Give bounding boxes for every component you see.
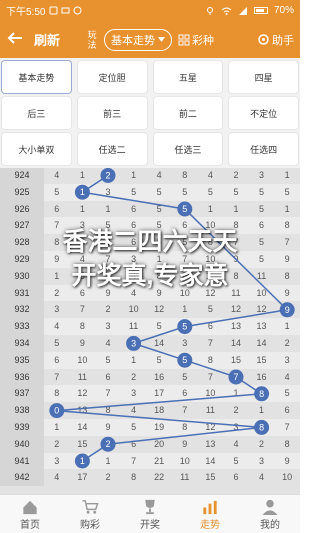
play-type-menu: 基本走势 定位胆 五星 四星后三 前三 前二 不定位大小单双 任选二 任选三 任选四 bbox=[0, 58, 300, 168]
trend-line bbox=[56, 174, 289, 462]
ball-value: 5 bbox=[182, 204, 187, 214]
tab-label: 开奖 bbox=[140, 519, 160, 531]
ball-value: 1 bbox=[80, 187, 85, 197]
refresh-button[interactable]: 刷新 bbox=[34, 30, 60, 49]
status-time: 下午5:50 bbox=[6, 7, 46, 18]
message-icon bbox=[61, 7, 70, 14]
ball-value: 7 bbox=[233, 372, 238, 382]
notification-icons bbox=[49, 6, 82, 15]
number-ball: 5 bbox=[177, 201, 193, 217]
trend-chart: 9244121484231925513555555592661165111519… bbox=[0, 168, 300, 494]
number-ball: 9 bbox=[279, 302, 295, 318]
number-ball: 0 bbox=[49, 403, 65, 419]
menu-option[interactable]: 四星 bbox=[229, 61, 298, 93]
caret-down-icon bbox=[158, 37, 166, 42]
tab-item[interactable]: 我的 bbox=[240, 495, 300, 533]
number-ball: 8 bbox=[254, 419, 270, 435]
ball-value: 9 bbox=[285, 305, 290, 315]
helper-button[interactable]: 助手 bbox=[257, 32, 294, 48]
tab-item[interactable]: 走势 bbox=[180, 495, 240, 533]
battery-level: 70% bbox=[273, 5, 294, 16]
overlay-text: 香港二四六天天 开奖真,专家意 bbox=[0, 225, 300, 293]
number-ball: 8 bbox=[254, 386, 270, 402]
ball-value: 5 bbox=[182, 355, 187, 365]
menu-option[interactable]: 前三 bbox=[77, 97, 147, 129]
menu-option[interactable]: 任选三 bbox=[153, 133, 223, 165]
lottery-type-button[interactable]: 彩种 bbox=[178, 32, 214, 48]
number-ball: 2 bbox=[100, 168, 116, 183]
ball-value: 0 bbox=[54, 406, 59, 416]
tab-label: 购彩 bbox=[80, 519, 100, 531]
ball-value: 2 bbox=[105, 439, 110, 449]
number-ball: 7 bbox=[228, 369, 244, 385]
app-icon bbox=[73, 6, 82, 15]
number-ball: 1 bbox=[74, 453, 90, 469]
ball-value: 8 bbox=[259, 389, 264, 399]
ball-value: 5 bbox=[182, 322, 187, 332]
number-ball: 3 bbox=[126, 335, 142, 351]
ball-value: 2 bbox=[105, 170, 110, 180]
menu-option[interactable]: 前二 bbox=[153, 97, 223, 129]
mode-selector[interactable]: 基本走势 bbox=[104, 28, 173, 51]
menu-option[interactable]: 后三 bbox=[2, 97, 71, 129]
ball-value: 1 bbox=[80, 456, 85, 466]
tab-item[interactable]: 购彩 bbox=[60, 495, 120, 533]
home-icon bbox=[20, 498, 40, 516]
menu-option[interactable]: 任选二 bbox=[77, 133, 147, 165]
status-bar: 下午5:50 70% bbox=[0, 0, 300, 21]
lottery-type-label: 彩种 bbox=[192, 34, 215, 47]
gear-icon bbox=[258, 34, 269, 45]
tab-item[interactable]: 首页 bbox=[0, 495, 60, 533]
menu-option[interactable]: 定位胆 bbox=[77, 61, 147, 93]
overlay-line-2: 开奖真,专家意 bbox=[71, 262, 229, 290]
number-ball: 5 bbox=[177, 352, 193, 368]
tab-label: 首页 bbox=[20, 519, 40, 531]
location-icon bbox=[206, 6, 213, 15]
grid-icon bbox=[178, 34, 190, 45]
number-ball: 1 bbox=[74, 184, 90, 200]
mode-label: 基本走势 bbox=[111, 34, 156, 47]
ball-value: 8 bbox=[259, 422, 264, 432]
trophy-icon bbox=[140, 498, 160, 516]
number-ball: 5 bbox=[177, 319, 193, 335]
bottom-tab-bar: 首页 购彩 开奖 走势 我的 bbox=[0, 494, 300, 533]
tab-label: 走势 bbox=[200, 519, 220, 531]
battery-icon bbox=[253, 7, 268, 14]
alarm-icon bbox=[49, 6, 58, 15]
cart-icon bbox=[80, 498, 100, 516]
chart-icon bbox=[200, 498, 220, 516]
back-button[interactable] bbox=[0, 29, 30, 50]
tab-label: 我的 bbox=[260, 519, 280, 531]
menu-option[interactable]: 不定位 bbox=[229, 97, 298, 129]
top-toolbar: 刷新 玩法 基本走势 彩种 助手 bbox=[0, 21, 300, 58]
signal-icon bbox=[238, 6, 247, 15]
wifi-icon bbox=[221, 7, 232, 15]
menu-option[interactable]: 任选四 bbox=[229, 133, 298, 165]
menu-option[interactable]: 五星 bbox=[153, 61, 223, 93]
user-icon bbox=[260, 498, 280, 516]
menu-option[interactable]: 大小单双 bbox=[2, 133, 71, 165]
helper-label: 助手 bbox=[272, 34, 294, 47]
menu-option[interactable]: 基本走势 bbox=[2, 61, 71, 93]
play-label: 玩法 bbox=[87, 29, 97, 50]
ball-value: 3 bbox=[131, 338, 136, 348]
tab-item[interactable]: 开奖 bbox=[120, 495, 180, 533]
trend-line-layer: 2 1 5 9 5 3 5 7 8 0 8 2 1 bbox=[49, 168, 295, 469]
number-ball: 2 bbox=[100, 436, 116, 452]
arrow-left-icon bbox=[7, 32, 22, 44]
overlay-line-1: 香港二四六天天 bbox=[62, 228, 238, 256]
